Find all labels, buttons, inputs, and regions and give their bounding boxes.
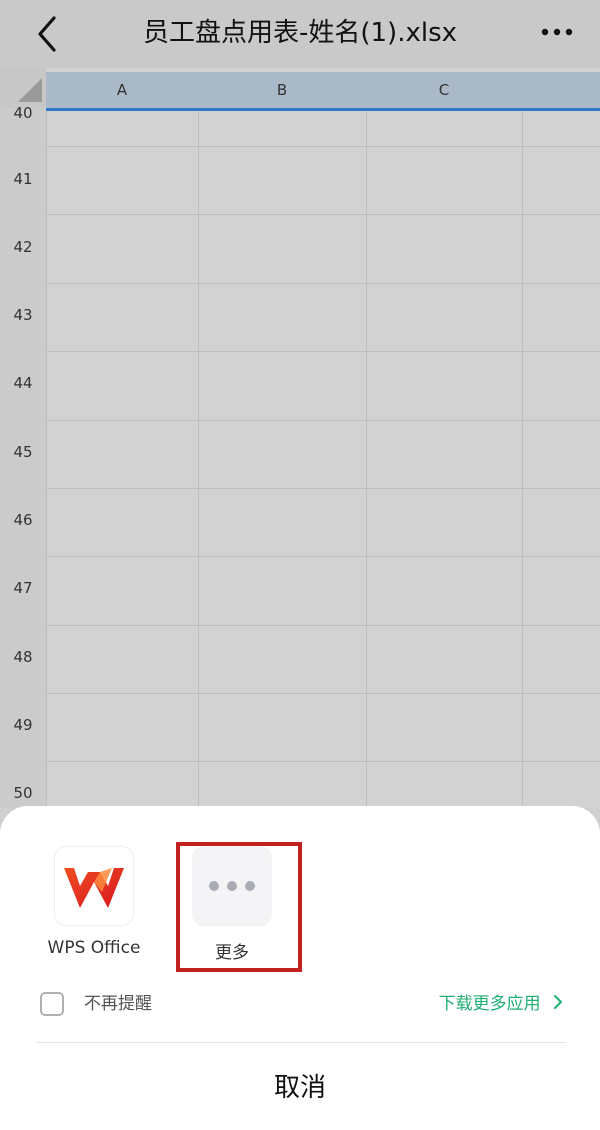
file-title: 员工盘点用表-姓名(1).xlsx bbox=[142, 18, 458, 48]
grid-line bbox=[46, 556, 600, 557]
grid-line bbox=[46, 283, 600, 284]
row-number[interactable]: 46 bbox=[0, 511, 46, 529]
grid-line bbox=[46, 693, 600, 694]
column-header-d[interactable] bbox=[522, 72, 600, 108]
download-more-label: 下载更多应用 bbox=[438, 994, 541, 1014]
row-number[interactable]: 48 bbox=[0, 648, 46, 666]
grid-line bbox=[366, 111, 367, 808]
grid-line bbox=[46, 111, 47, 808]
column-label: C bbox=[438, 81, 450, 99]
divider bbox=[36, 1042, 566, 1043]
grid-line bbox=[46, 488, 600, 489]
open-with-sheet: WPS Office 更多 不再提醒 下载更多应用 取消 bbox=[0, 806, 600, 1130]
download-more-apps-link[interactable]: 下载更多应用 bbox=[439, 992, 564, 1016]
highlight-annotation-box bbox=[176, 842, 302, 972]
column-label: A bbox=[116, 81, 128, 99]
more-options-icon[interactable] bbox=[540, 20, 574, 44]
app-label-wps-office: WPS Office bbox=[47, 938, 141, 958]
grid-line bbox=[46, 420, 600, 421]
grid-line bbox=[46, 351, 600, 352]
spreadsheet-area: A B C 40 41 42 43 44 45 46 47 48 49 50 bbox=[0, 68, 600, 808]
top-bar: 员工盘点用表-姓名(1).xlsx bbox=[0, 0, 600, 68]
dont-remind-label[interactable]: 不再提醒 bbox=[84, 992, 152, 1016]
wps-office-icon[interactable] bbox=[54, 846, 134, 926]
grid-line bbox=[522, 111, 523, 808]
grid-line bbox=[46, 761, 600, 762]
grid-line bbox=[46, 214, 600, 215]
selection-line bbox=[46, 108, 600, 111]
row-number[interactable]: 50 bbox=[0, 784, 46, 802]
dont-remind-checkbox[interactable] bbox=[40, 992, 64, 1016]
grid-line bbox=[46, 146, 600, 147]
grid-line bbox=[46, 625, 600, 626]
row-number[interactable]: 44 bbox=[0, 374, 46, 392]
column-label: B bbox=[276, 81, 288, 99]
select-all-corner[interactable] bbox=[0, 68, 46, 108]
row-number[interactable]: 49 bbox=[0, 716, 46, 734]
row-number[interactable]: 40 bbox=[0, 104, 46, 122]
row-number[interactable]: 42 bbox=[0, 238, 46, 256]
chevron-right-icon bbox=[554, 995, 562, 1009]
cancel-button[interactable]: 取消 bbox=[0, 1068, 600, 1108]
row-number[interactable]: 47 bbox=[0, 579, 46, 597]
row-number[interactable]: 43 bbox=[0, 306, 46, 324]
grid-line bbox=[198, 111, 199, 808]
wps-logo-icon bbox=[64, 868, 124, 908]
row-number[interactable]: 41 bbox=[0, 170, 46, 188]
row-number[interactable]: 45 bbox=[0, 443, 46, 461]
